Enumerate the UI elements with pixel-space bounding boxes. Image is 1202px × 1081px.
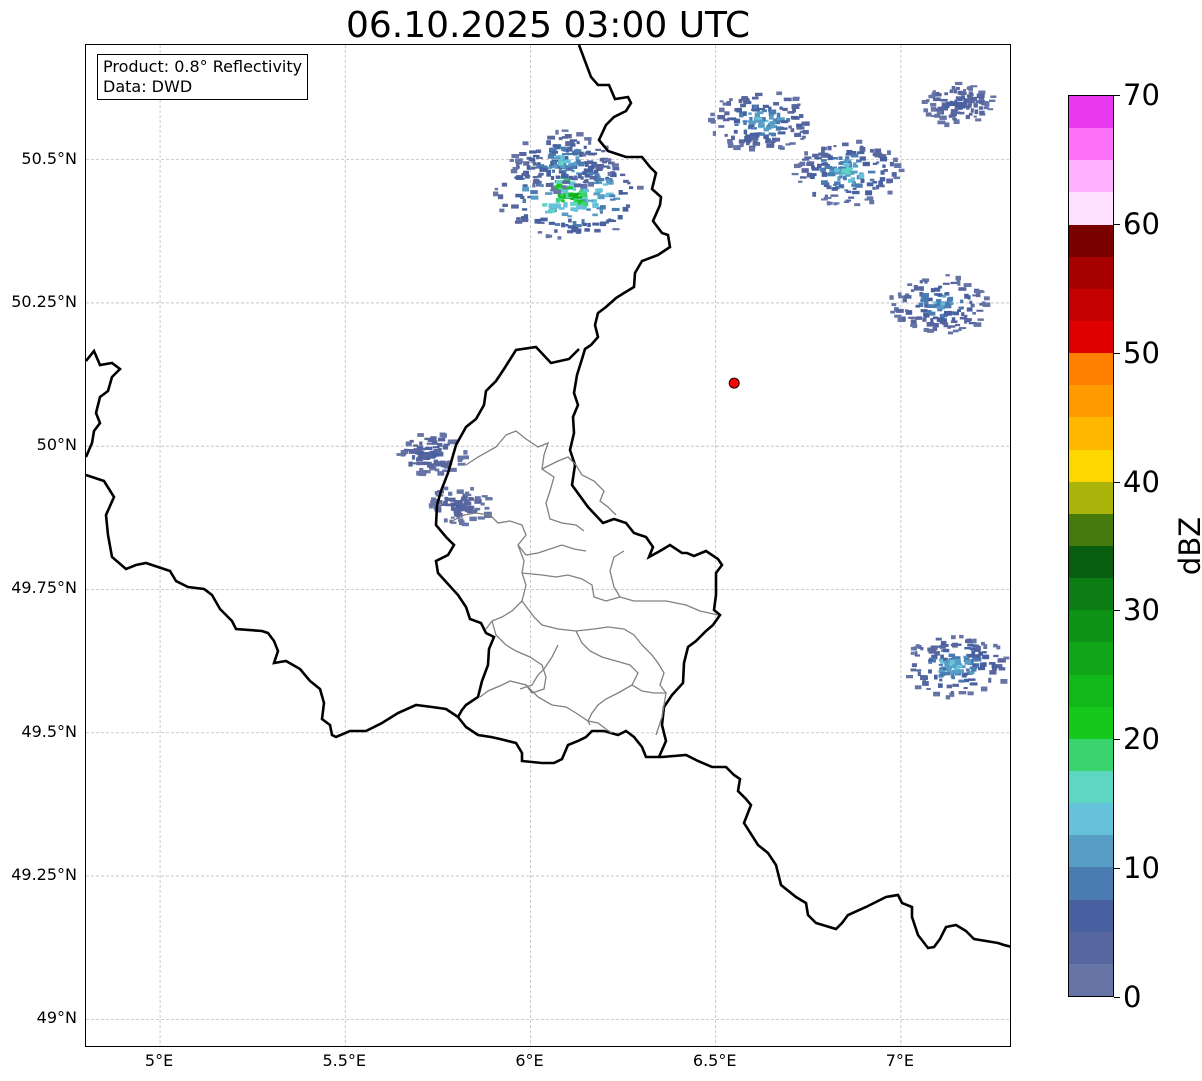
colorbar-tick-label: 10 bbox=[1123, 851, 1160, 886]
reflectivity-echoes bbox=[396, 81, 1010, 700]
lon-tick-label: 5.5°E bbox=[322, 1051, 367, 1070]
product-label: Product: 0.8° Reflectivity bbox=[103, 57, 303, 76]
colorbar-tick-label: 70 bbox=[1123, 78, 1160, 112]
lat-tick-label: 49°N bbox=[36, 1008, 77, 1028]
colorbar-tick-label: 30 bbox=[1123, 593, 1160, 628]
colorbar-segment bbox=[1069, 706, 1113, 739]
lat-tick-label: 49.5°N bbox=[21, 721, 77, 741]
echo-area bbox=[791, 139, 905, 207]
colorbar-segment bbox=[1069, 803, 1113, 836]
colorbar-segment bbox=[1069, 224, 1113, 257]
colorbar-tick-label: 0 bbox=[1123, 980, 1142, 1014]
lat-tick-label: 50.25°N bbox=[11, 291, 77, 311]
colorbar-tick bbox=[1114, 95, 1120, 96]
echo-area bbox=[428, 486, 493, 527]
lon-tick-label: 6.5°E bbox=[692, 1051, 737, 1070]
colorbar-segment bbox=[1069, 353, 1113, 386]
colorbar-tick-label: 50 bbox=[1123, 335, 1160, 370]
colorbar-tick-label: 60 bbox=[1123, 206, 1160, 241]
colorbar-tick bbox=[1114, 352, 1120, 354]
product-info-box: Product: 0.8° Reflectivity Data: DWD bbox=[97, 54, 309, 100]
colorbar-segment bbox=[1069, 610, 1113, 643]
colorbar-segment bbox=[1069, 481, 1113, 514]
colorbar-segment bbox=[1069, 642, 1113, 675]
border-belgium-france bbox=[86, 473, 459, 739]
colorbar-segment bbox=[1069, 674, 1113, 707]
radar-site-marker[interactable] bbox=[728, 377, 740, 389]
lat-tick-label: 50.5°N bbox=[21, 148, 77, 168]
border-france-germany bbox=[661, 753, 1010, 950]
colorbar-segment bbox=[1069, 546, 1113, 579]
lon-tick-label: 6°E bbox=[515, 1051, 544, 1070]
colorbar-tick bbox=[1114, 997, 1120, 998]
lon-tick-label: 7°E bbox=[885, 1051, 915, 1070]
colorbar-segment bbox=[1069, 578, 1113, 611]
border-lux-south bbox=[456, 716, 662, 765]
border-germany-east bbox=[568, 45, 724, 758]
lat-tick-label: 49.25°N bbox=[11, 865, 77, 885]
map-title: 06.10.2025 03:00 UTC bbox=[345, 5, 751, 46]
lat-tick-label: 49.75°N bbox=[11, 578, 77, 598]
colorbar-segment bbox=[1069, 417, 1113, 450]
colorbar-tick-label: 20 bbox=[1123, 722, 1160, 757]
echo-area bbox=[921, 81, 997, 128]
colorbar-segment bbox=[1069, 385, 1113, 418]
colorbar-segment bbox=[1069, 931, 1113, 964]
border-luxembourg-west bbox=[434, 345, 580, 718]
lon-tick-label: 5°E bbox=[144, 1051, 174, 1070]
colorbar-segment bbox=[1069, 867, 1113, 900]
colorbar-segment bbox=[1069, 160, 1113, 193]
border-belgium-north bbox=[86, 348, 122, 458]
lat-tick-label: 50°N bbox=[36, 435, 77, 455]
colorbar-segment bbox=[1069, 321, 1113, 354]
colorbar-tick bbox=[1114, 610, 1120, 612]
radar-map[interactable] bbox=[85, 44, 1011, 1047]
colorbar-tick bbox=[1114, 739, 1120, 741]
colorbar-segment bbox=[1069, 96, 1113, 129]
colorbar-segment bbox=[1069, 899, 1113, 932]
colorbar-segment bbox=[1069, 192, 1113, 225]
colorbar-tick-label: 40 bbox=[1123, 464, 1160, 499]
colorbar-segment bbox=[1069, 513, 1113, 547]
colorbar-segment bbox=[1069, 288, 1113, 322]
colorbar-segment bbox=[1069, 963, 1113, 996]
gridlines bbox=[86, 45, 1010, 1046]
colorbar-segment bbox=[1069, 835, 1113, 868]
colorbar-tick bbox=[1114, 223, 1120, 225]
colorbar-tick bbox=[1114, 481, 1120, 483]
map-canvas bbox=[86, 45, 1010, 1046]
echo-area bbox=[708, 91, 810, 152]
echo-area bbox=[889, 274, 991, 335]
data-source-label: Data: DWD bbox=[103, 77, 193, 96]
colorbar-segment bbox=[1069, 128, 1113, 161]
colorbar-tick bbox=[1114, 868, 1120, 870]
colorbar-segment bbox=[1069, 738, 1113, 772]
colorbar-segment bbox=[1069, 256, 1113, 289]
colorbar-label: dBZ bbox=[1173, 516, 1202, 576]
colorbar-segment bbox=[1069, 771, 1113, 804]
echo-area bbox=[906, 634, 1010, 700]
colorbar-segment bbox=[1069, 449, 1113, 482]
colorbar bbox=[1068, 95, 1114, 997]
